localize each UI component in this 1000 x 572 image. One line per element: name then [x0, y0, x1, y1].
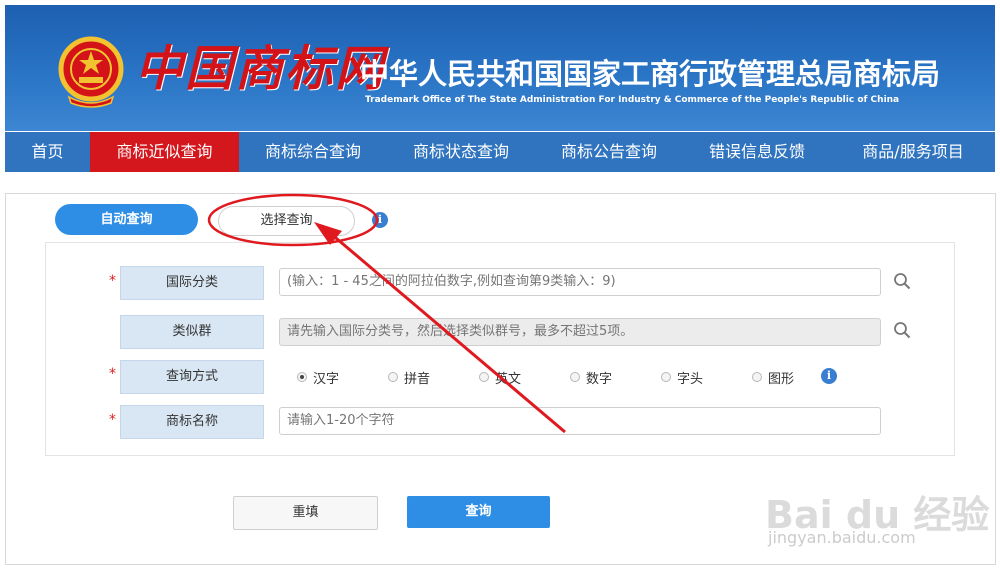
- nav-item-home[interactable]: 首页: [5, 132, 90, 172]
- nav-item-goods-services[interactable]: 商品/服务项目: [831, 132, 995, 172]
- nav-item-similar-search[interactable]: 商标近似查询: [90, 132, 239, 172]
- search-icon[interactable]: [893, 321, 911, 339]
- nav-item-comprehensive-search[interactable]: 商标综合查询: [239, 132, 387, 172]
- nav-item-announcement-search[interactable]: 商标公告查询: [535, 132, 683, 172]
- watermark-url: jingyan.baidu.com: [768, 528, 916, 547]
- tab-select-search[interactable]: 选择查询: [218, 206, 355, 236]
- info-icon[interactable]: i: [372, 212, 388, 228]
- radio-number[interactable]: 数字: [570, 369, 613, 387]
- national-emblem-icon: [58, 36, 124, 108]
- intl-class-input[interactable]: [279, 268, 881, 296]
- trademark-name-input[interactable]: [279, 407, 881, 435]
- radio-initial[interactable]: 字头: [661, 369, 704, 387]
- radio-dot[interactable]: [570, 372, 580, 382]
- query-mode-label: 查询方式: [120, 360, 264, 394]
- trademark-name-label: 商标名称: [120, 405, 264, 439]
- radio-dot[interactable]: [661, 372, 671, 382]
- nav-item-error-feedback[interactable]: 错误信息反馈: [683, 132, 831, 172]
- required-mark: *: [109, 366, 116, 382]
- radio-chinese[interactable]: 汉字: [297, 369, 340, 387]
- info-icon[interactable]: i: [821, 368, 837, 384]
- radio-label: 汉字: [313, 371, 340, 387]
- required-mark: *: [109, 412, 116, 428]
- similar-group-label: 类似群: [120, 315, 264, 349]
- nav-item-status-search[interactable]: 商标状态查询: [387, 132, 535, 172]
- radio-label: 数字: [586, 371, 613, 387]
- radio-english[interactable]: 英文: [479, 369, 522, 387]
- header-banner: 中国商标网 中华人民共和国国家工商行政管理总局商标局 Trademark Off…: [5, 5, 995, 131]
- query-button[interactable]: 查询: [407, 496, 550, 528]
- reset-button[interactable]: 重填: [233, 496, 378, 530]
- radio-label: 拼音: [404, 371, 431, 387]
- search-icon[interactable]: [893, 272, 911, 290]
- radio-label: 英文: [495, 371, 522, 387]
- intl-class-label: 国际分类: [120, 266, 264, 300]
- radio-label: 字头: [677, 371, 704, 387]
- radio-label: 图形: [768, 371, 795, 387]
- radio-dot[interactable]: [479, 372, 489, 382]
- radio-dot[interactable]: [752, 372, 762, 382]
- site-logo-text: 中国商标网: [135, 41, 386, 97]
- radio-pinyin[interactable]: 拼音: [388, 369, 431, 387]
- similar-group-input: [279, 318, 881, 346]
- office-title-cn: 中华人民共和国国家工商行政管理总局商标局: [360, 57, 941, 91]
- tab-auto-search[interactable]: 自动查询: [55, 204, 198, 235]
- required-mark: *: [109, 273, 116, 289]
- radio-graphic[interactable]: 图形: [752, 369, 795, 387]
- radio-dot[interactable]: [388, 372, 398, 382]
- office-title-en: Trademark Office of The State Administra…: [365, 95, 900, 105]
- main-nav: 首页 商标近似查询 商标综合查询 商标状态查询 商标公告查询 错误信息反馈 商品…: [5, 132, 995, 172]
- radio-dot[interactable]: [297, 372, 307, 382]
